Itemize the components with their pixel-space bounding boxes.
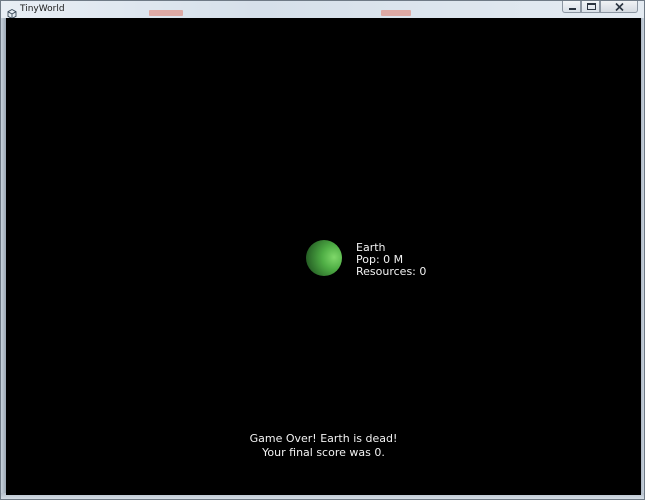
planet-resources: Resources: 0 <box>356 265 427 278</box>
minimize-button[interactable] <box>562 1 581 13</box>
final-score-line: Your final score was 0. <box>262 446 385 459</box>
game-over-message: Game Over! Earth is dead! Your final sco… <box>6 432 641 460</box>
window-title: TinyWorld <box>20 4 65 14</box>
title-bar[interactable]: TinyWorld <box>1 1 644 20</box>
minimize-icon <box>569 8 576 10</box>
game-over-line: Game Over! Earth is dead! <box>249 432 398 445</box>
planet-info: Earth Pop: 0 M Resources: 0 <box>356 242 426 278</box>
close-icon <box>615 2 624 12</box>
maximize-button[interactable] <box>581 1 600 13</box>
close-button[interactable] <box>600 1 638 13</box>
window-controls <box>562 1 638 14</box>
app-icon <box>7 4 17 20</box>
maximize-icon <box>587 3 596 10</box>
background-tab-highlight <box>149 10 183 16</box>
app-window: TinyWorld Earth Pop: 0 M Resources: 0 Ga… <box>0 0 645 500</box>
background-tab-highlight <box>381 10 411 16</box>
planet-earth[interactable] <box>306 240 342 276</box>
game-canvas[interactable]: Earth Pop: 0 M Resources: 0 Game Over! E… <box>6 18 641 495</box>
